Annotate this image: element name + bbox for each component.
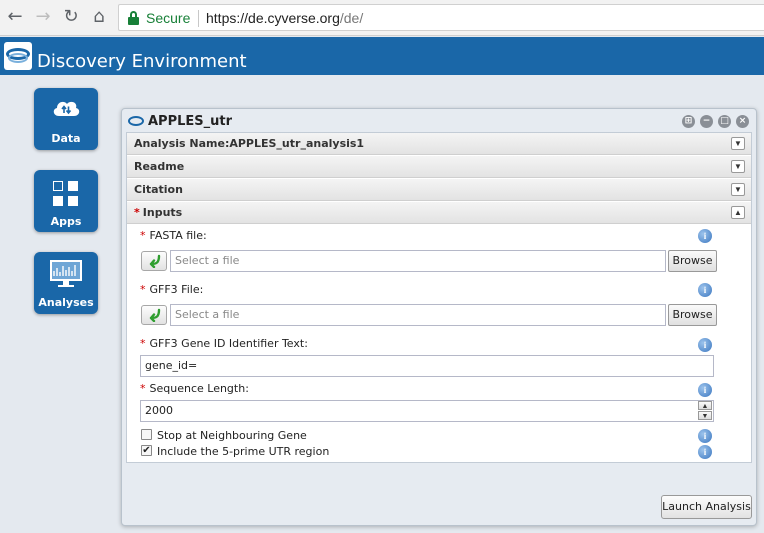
fasta-recent-button[interactable] [141,251,167,271]
window-logo-icon [128,116,144,126]
stepper-up-icon[interactable]: ▲ [698,401,712,410]
window-body: Analysis Name:APPLES_utr_analysis1 ▼ Rea… [126,132,752,463]
launch-analysis-button[interactable]: Launch Analysis [661,495,752,519]
cloud-upload-icon [53,101,80,116]
collapse-chevron-icon[interactable]: ▲ [731,206,745,219]
inputs-label: * Inputs [134,206,183,219]
reload-icon[interactable]: ↻ [61,7,81,27]
monitor-chart-icon [50,260,82,287]
info-icon[interactable]: i [698,383,712,397]
readme-label: Readme [134,160,185,173]
stepper-down-icon[interactable]: ▼ [698,411,712,420]
app-launch-window: APPLES_utr ⊞ − □ × Analysis Name:APPLES_… [121,108,757,526]
info-icon[interactable]: i [698,338,712,352]
forward-arrow-icon[interactable]: → [33,7,53,27]
green-return-arrow-icon [149,308,161,322]
window-layout-icon[interactable]: ⊞ [682,115,695,128]
expand-chevron-icon[interactable]: ▼ [731,160,745,173]
citation-label: Citation [134,183,183,196]
data-tile-label: Data [51,132,81,145]
info-icon[interactable]: i [698,429,712,443]
url-text[interactable]: https://de.cyverse.org/de/ [206,10,363,26]
back-arrow-icon[interactable]: ← [5,7,25,27]
analysis-name-label: Analysis Name:APPLES_utr_analysis1 [134,137,365,150]
gene-id-label: * GFF3 Gene ID Identifier Text: [140,337,308,350]
sequence-length-label: * Sequence Length: [140,382,249,395]
analyses-tile[interactable]: Analyses [34,252,98,314]
info-icon[interactable]: i [698,445,712,459]
gff3-recent-button[interactable] [141,305,167,325]
five-prime-utr-checkbox[interactable]: ✔ [141,445,152,456]
sequence-length-stepper[interactable]: ▲ ▼ [696,401,714,421]
app-title: Discovery Environment [37,51,247,72]
info-icon[interactable]: i [698,229,712,243]
apps-tile[interactable]: Apps [34,170,98,232]
green-return-arrow-icon [149,254,161,268]
sequence-length-input[interactable]: 2000 [140,400,714,422]
apps-tile-label: Apps [50,215,82,228]
window-close-icon[interactable]: × [736,115,749,128]
gene-id-input[interactable]: gene_id= [140,355,714,377]
browser-toolbar: ← → ↻ ⌂ Secure https://de.cyverse.org/de… [0,0,764,36]
lock-icon [128,11,139,25]
gff3-label: * GFF3 File: [140,283,204,296]
fasta-label: * FASTA file: [140,229,207,242]
fasta-file-input[interactable]: Select a file [170,250,666,272]
home-icon[interactable]: ⌂ [89,7,109,27]
section-readme[interactable]: Readme ▼ [127,156,751,178]
stop-neighbouring-label: Stop at Neighbouring Gene [157,429,307,442]
analyses-tile-label: Analyses [38,296,94,309]
gff3-browse-button[interactable]: Browse [668,304,717,326]
section-citation[interactable]: Citation ▼ [127,179,751,201]
address-divider [198,10,199,27]
window-title: APPLES_utr [148,114,233,129]
expand-chevron-icon[interactable]: ▼ [731,183,745,196]
section-inputs[interactable]: * Inputs ▲ [127,202,751,224]
address-bar[interactable]: Secure https://de.cyverse.org/de/ [118,4,764,31]
section-analysis-name[interactable]: Analysis Name:APPLES_utr_analysis1 ▼ [127,133,751,155]
window-minimize-icon[interactable]: − [700,115,713,128]
data-tile[interactable]: Data [34,88,98,150]
secure-label: Secure [146,10,191,26]
cyverse-logo-icon [4,42,32,70]
stop-neighbouring-checkbox[interactable] [141,429,152,440]
gff3-file-input[interactable]: Select a file [170,304,666,326]
app-header: Discovery Environment [0,37,764,75]
info-icon[interactable]: i [698,283,712,297]
fasta-browse-button[interactable]: Browse [668,250,717,272]
expand-chevron-icon[interactable]: ▼ [731,137,745,150]
apps-grid-icon [53,181,79,207]
five-prime-utr-label: Include the 5-prime UTR region [157,445,330,458]
window-maximize-icon[interactable]: □ [718,115,731,128]
